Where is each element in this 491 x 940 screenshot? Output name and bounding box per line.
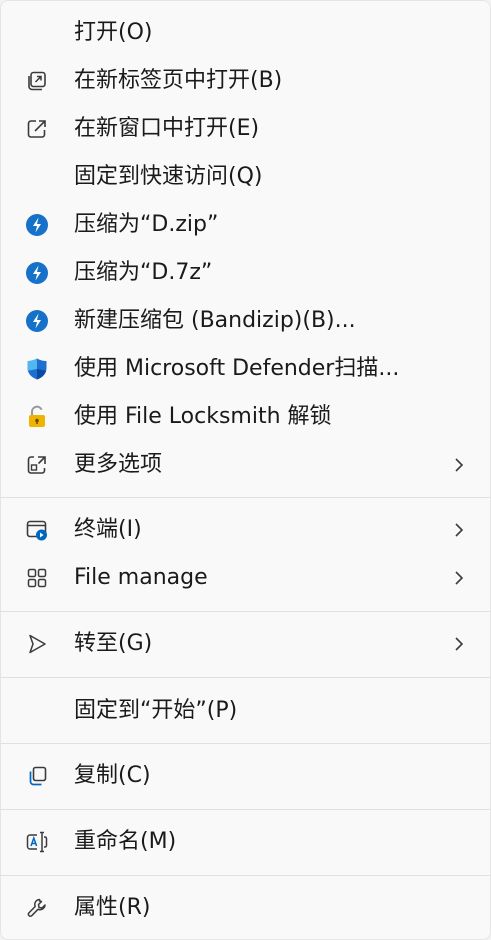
menu-item-label: 转至(G) <box>74 631 153 656</box>
menu-item-pin-quick-access[interactable]: 固定到快速访问(Q) <box>11 155 482 199</box>
menu-separator <box>1 809 490 810</box>
menu-item-open-new-tab[interactable]: 在新标签页中打开(B) <box>11 59 482 103</box>
menu-separator <box>1 875 490 876</box>
chevron-right-icon <box>450 520 468 540</box>
context-menu: 打开(O) 在新标签页中打开(B) 在新窗口中打开(E) 固定到快速访问(Q) <box>0 0 491 940</box>
unlock-icon <box>25 405 49 429</box>
menu-item-label: 压缩为“D.7z” <box>74 260 213 285</box>
menu-item-label: 固定到快速访问(Q) <box>74 164 263 189</box>
menu-item-label: 压缩为“D.zip” <box>74 212 219 237</box>
menu-separator <box>1 611 490 612</box>
menu-item-new-archive[interactable]: 新建压缩包 (Bandizip)(B)... <box>11 299 482 343</box>
bandizip-icon <box>25 309 49 333</box>
menu-item-file-manage[interactable]: File manage <box>11 556 482 600</box>
menu-item-terminal[interactable]: 终端(I) <box>11 508 482 552</box>
menu-item-label: 使用 File Locksmith 解锁 <box>74 404 332 429</box>
menu-item-label: 复制(C) <box>74 763 151 788</box>
chevron-right-icon <box>450 568 468 588</box>
menu-item-label: 新建压缩包 (Bandizip)(B)... <box>74 308 356 333</box>
menu-item-label: 固定到“开始”(P) <box>74 698 238 723</box>
menu-item-file-locksmith[interactable]: 使用 File Locksmith 解锁 <box>11 395 482 439</box>
chevron-right-icon <box>450 634 468 654</box>
cursor-arrow-icon <box>25 632 49 656</box>
menu-item-label: File manage <box>74 565 208 590</box>
menu-item-label: 使用 Microsoft Defender扫描... <box>74 356 400 381</box>
menu-separator <box>1 677 490 678</box>
menu-item-properties[interactable]: 属性(R) <box>11 886 482 930</box>
menu-item-copy[interactable]: 复制(C) <box>11 754 482 798</box>
menu-item-label: 打开(O) <box>74 20 153 45</box>
bandizip-icon <box>25 261 49 285</box>
menu-separator <box>1 497 490 498</box>
menu-item-label: 更多选项 <box>74 452 163 477</box>
menu-item-label: 在新窗口中打开(E) <box>74 116 260 141</box>
menu-item-rename[interactable]: 重命名(M) <box>11 820 482 864</box>
menu-item-go-to[interactable]: 转至(G) <box>11 622 482 666</box>
menu-item-label: 终端(I) <box>74 517 142 542</box>
menu-item-label: 在新标签页中打开(B) <box>74 68 283 93</box>
more-options-icon <box>25 453 49 477</box>
wrench-icon <box>25 896 49 920</box>
menu-separator <box>1 743 490 744</box>
bandizip-icon <box>25 213 49 237</box>
new-window-icon <box>25 117 49 141</box>
rename-icon <box>25 830 49 854</box>
grid-apps-icon <box>25 566 49 590</box>
menu-item-label: 属性(R) <box>74 895 151 920</box>
menu-item-open-new-window[interactable]: 在新窗口中打开(E) <box>11 107 482 151</box>
menu-item-pin-start[interactable]: 固定到“开始”(P) <box>11 689 482 733</box>
menu-item-defender-scan[interactable]: 使用 Microsoft Defender扫描... <box>11 347 482 391</box>
menu-item-label: 重命名(M) <box>74 829 177 854</box>
menu-item-open[interactable]: 打开(O) <box>11 11 482 55</box>
terminal-icon <box>25 518 49 542</box>
menu-item-compress-7z[interactable]: 压缩为“D.7z” <box>11 251 482 295</box>
defender-shield-icon <box>25 357 49 381</box>
chevron-right-icon <box>450 455 468 475</box>
new-tab-icon <box>25 69 49 93</box>
menu-item-more-options[interactable]: 更多选项 <box>11 443 482 487</box>
copy-icon <box>25 764 49 788</box>
menu-item-compress-zip[interactable]: 压缩为“D.zip” <box>11 203 482 247</box>
